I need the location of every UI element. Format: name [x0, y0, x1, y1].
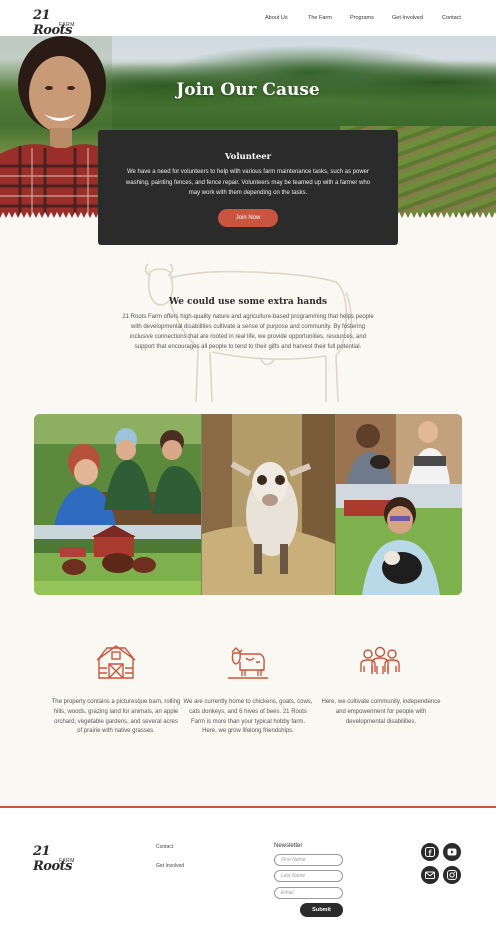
- photo-girl-goat: [336, 484, 462, 595]
- footer-logo[interactable]: 21 Roots FARM: [33, 844, 79, 874]
- logo-subtext: FARM: [59, 22, 75, 28]
- volunteer-card: Volunteer We have a need for volunteers …: [98, 130, 398, 245]
- join-now-button[interactable]: Join Now: [218, 209, 278, 227]
- hero-person-photo: [0, 36, 112, 222]
- nav-the-farm[interactable]: The Farm: [308, 15, 332, 21]
- people-icon: [360, 646, 400, 674]
- instagram-link[interactable]: [443, 866, 461, 884]
- site-footer: 21 Roots FARM Contact Get Involved Newsl…: [0, 808, 496, 944]
- photo-cows-barn: [34, 525, 201, 595]
- facebook-link[interactable]: [421, 843, 439, 861]
- facebook-icon: [425, 847, 435, 857]
- extra-hands-title: We could use some extra hands: [168, 297, 328, 307]
- feature-text-animals: We are currently home to chickens, goats…: [183, 699, 313, 735]
- brand-logo[interactable]: 21 Roots FARM: [33, 8, 79, 38]
- submit-button[interactable]: Submit: [300, 903, 343, 917]
- cow-icon: [228, 647, 268, 679]
- first-name-input[interactable]: [274, 854, 343, 866]
- newsletter-title: Newsletter: [274, 843, 303, 849]
- feature-text-community: Here, we cultivate community, independen…: [321, 699, 441, 725]
- instagram-icon: [447, 870, 457, 880]
- hero-trees: [80, 44, 496, 114]
- nav-contact[interactable]: Contact: [442, 15, 461, 21]
- site-header: 21 Roots FARM About Us The Farm Programs…: [0, 0, 496, 38]
- feature-text-property: The property contains a picturesque barn…: [51, 699, 181, 735]
- barn-icon: [96, 645, 136, 679]
- volunteer-title: Volunteer: [224, 152, 272, 162]
- youtube-link[interactable]: [443, 843, 461, 861]
- volunteer-description: We have a need for volunteers to help wi…: [125, 169, 371, 196]
- email-icon: [425, 871, 435, 879]
- photo-garden-group: [34, 414, 201, 525]
- youtube-icon: [447, 848, 457, 856]
- footer-link-get-involved[interactable]: Get Involved: [156, 863, 184, 869]
- nav-programs[interactable]: Programs: [350, 15, 374, 21]
- extra-hands-description: 21 Roots Farm offers high-quality nature…: [122, 314, 374, 350]
- nav-get-involved[interactable]: Get Involved: [392, 15, 423, 21]
- email-input[interactable]: [274, 887, 343, 899]
- photo-kids-barn: [336, 414, 462, 484]
- hero-title: Join Our Cause: [176, 80, 320, 100]
- footer-link-contact[interactable]: Contact: [156, 844, 173, 850]
- footer-logo-subtext: FARM: [59, 858, 75, 864]
- photo-goat: [202, 414, 335, 595]
- last-name-input[interactable]: [274, 870, 343, 882]
- photo-collage: [34, 414, 462, 595]
- email-link[interactable]: [421, 866, 439, 884]
- nav-about-us[interactable]: About Us: [265, 15, 288, 21]
